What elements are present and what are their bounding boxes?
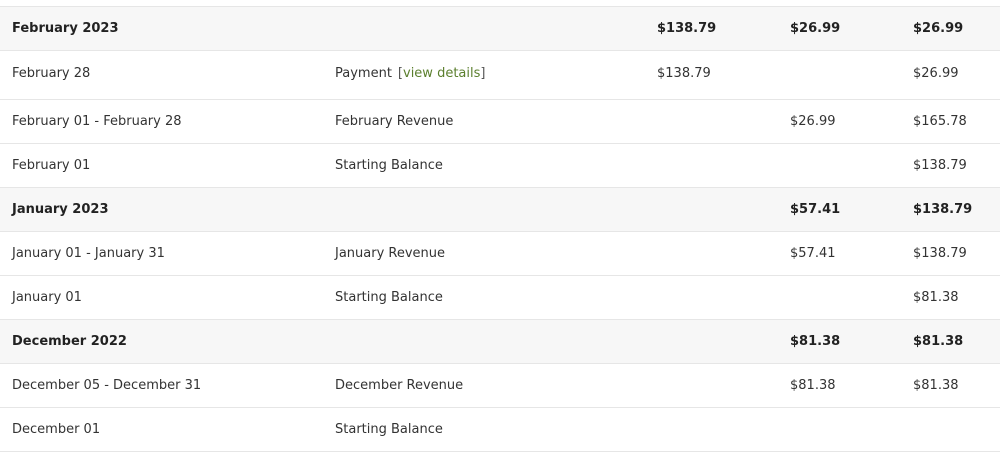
entry-date: January 01	[12, 290, 82, 305]
entry-date: February 01 - February 28	[12, 114, 182, 129]
entry-description: Starting Balance	[335, 158, 443, 173]
entry-date: January 01 - January 31	[12, 246, 165, 261]
entry-description: Payment [view details]	[335, 66, 485, 81]
group-label: February 2023	[12, 21, 119, 36]
table-row: December 01 Starting Balance	[0, 408, 1000, 452]
entry-description: December Revenue	[335, 378, 464, 393]
entry-description: Starting Balance	[335, 290, 443, 305]
group-credit: $57.41	[790, 202, 841, 217]
entry-credit: $26.99	[790, 114, 836, 129]
entry-date: February 28	[12, 66, 91, 81]
entry-description: Starting Balance	[335, 422, 443, 437]
entry-description-text: Payment	[335, 66, 392, 81]
view-details-wrapper: [view details]	[398, 66, 486, 81]
link-close-bracket: ]	[480, 66, 486, 81]
ledger-table: February 2023 $138.79 $26.99 $26.99 Febr…	[0, 0, 1000, 452]
entry-description: February Revenue	[335, 114, 454, 129]
table-row: December 05 - December 31 December Reven…	[0, 364, 1000, 408]
entry-balance: $81.38	[913, 290, 959, 305]
entry-balance: $165.78	[913, 114, 967, 129]
table-row: February 01 Starting Balance $138.79	[0, 144, 1000, 188]
entry-credit: $57.41	[790, 246, 836, 261]
group-row-december-2022: December 2022 $81.38 $81.38	[0, 320, 1000, 364]
entry-date: December 01	[12, 422, 101, 437]
group-row-january-2023: January 2023 $57.41 $138.79	[0, 188, 1000, 232]
table-top-edge	[0, 0, 1000, 7]
entry-balance: $138.79	[913, 158, 967, 173]
group-balance: $26.99	[913, 21, 964, 36]
table-row: February 01 - February 28 February Reven…	[0, 100, 1000, 144]
entry-balance: $138.79	[913, 246, 967, 261]
view-details-link[interactable]: view details	[403, 66, 480, 81]
entry-debit: $138.79	[657, 66, 711, 81]
group-balance: $138.79	[913, 202, 973, 217]
group-credit: $26.99	[790, 21, 841, 36]
table-row: January 01 Starting Balance $81.38	[0, 276, 1000, 320]
group-label: January 2023	[12, 202, 109, 217]
group-debit: $138.79	[657, 21, 717, 36]
entry-credit: $81.38	[790, 378, 836, 393]
group-row-february-2023: February 2023 $138.79 $26.99 $26.99	[0, 7, 1000, 51]
entry-date: December 05 - December 31	[12, 378, 202, 393]
table-row: February 28 Payment [view details] $138.7…	[0, 51, 1000, 100]
entry-description: January Revenue	[335, 246, 446, 261]
group-label: December 2022	[12, 334, 127, 349]
entry-balance: $26.99	[913, 66, 959, 81]
group-credit: $81.38	[790, 334, 841, 349]
group-balance: $81.38	[913, 334, 964, 349]
entry-date: February 01	[12, 158, 91, 173]
entry-balance: $81.38	[913, 378, 959, 393]
table-row: January 01 - January 31 January Revenue …	[0, 232, 1000, 276]
